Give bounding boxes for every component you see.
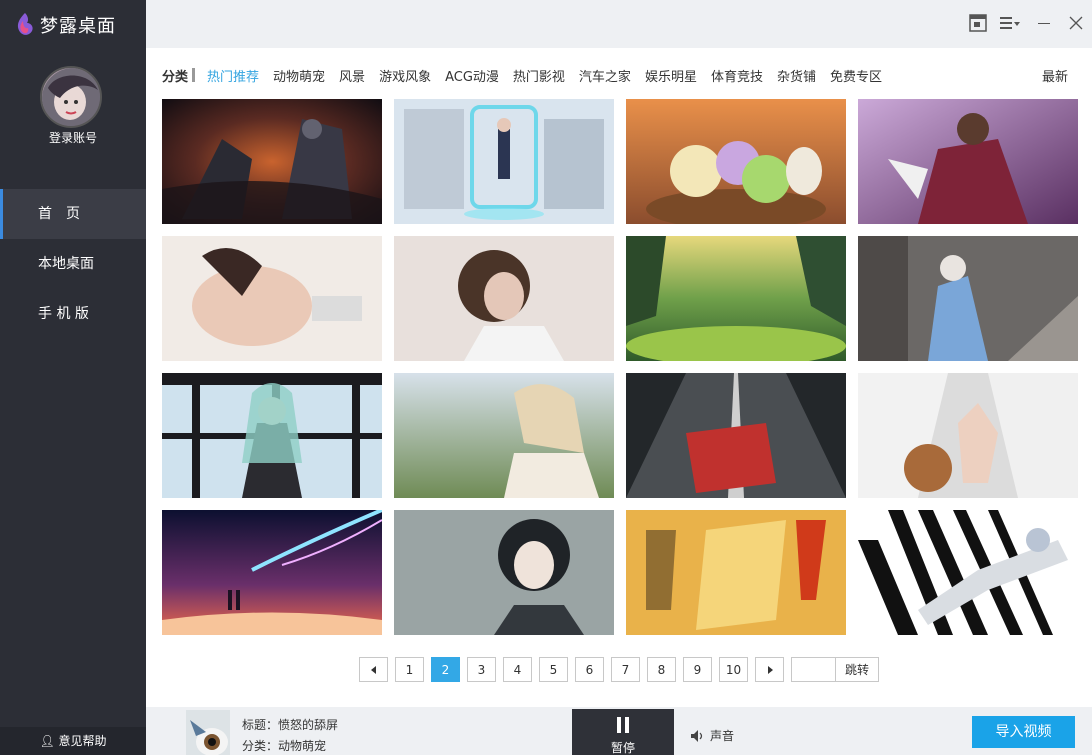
- wallpaper-thumbnail[interactable]: [626, 99, 846, 224]
- avatar-image: [42, 68, 100, 126]
- chevron-left-icon: [370, 665, 376, 674]
- next-page-button[interactable]: [755, 657, 784, 682]
- page-button[interactable]: 9: [683, 657, 712, 682]
- speaker-icon: [691, 729, 703, 742]
- category-celebrities[interactable]: 娱乐明星: [645, 66, 697, 85]
- wallpaper-thumbnail[interactable]: [858, 510, 1078, 635]
- sound-button[interactable]: 声音: [690, 727, 734, 744]
- page-button-current[interactable]: 2: [431, 657, 460, 682]
- pause-icon: [616, 717, 630, 733]
- page-number-input[interactable]: [791, 657, 836, 682]
- wallpaper-thumbnail[interactable]: [626, 236, 846, 361]
- wallpaper-thumbnail[interactable]: [162, 99, 382, 224]
- category-label: 分类: [162, 69, 189, 85]
- page-button[interactable]: 5: [539, 657, 568, 682]
- current-wallpaper-info: 标题：愤怒的舔屏 分类：动物萌宠: [242, 715, 338, 755]
- mini-mode-icon[interactable]: [968, 14, 988, 36]
- help-button[interactable]: 👤︎ 意见帮助: [0, 727, 146, 755]
- wallpaper-thumbnail[interactable]: [858, 99, 1078, 224]
- player-bar: 标题：愤怒的舔屏 分类：动物萌宠 暂停 声音 导入视频: [146, 707, 1092, 755]
- pagination: 1 2 3 4 5 6 7 8 9 10 跳转: [359, 657, 879, 682]
- category-misc[interactable]: 杂货铺: [777, 66, 816, 85]
- category-bar: 分类 热门推荐 动物萌宠 风景 游戏风象 ACG动漫 热门影视 汽车之家 娱乐明…: [162, 64, 1074, 86]
- chevron-right-icon: [767, 665, 773, 674]
- category-scenery[interactable]: 风景: [339, 66, 365, 85]
- sidebar-item-mobile[interactable]: 手 机 版: [0, 289, 146, 339]
- wallpaper-thumbnail[interactable]: [394, 510, 614, 635]
- category-sports[interactable]: 体育竞技: [711, 66, 763, 85]
- wallpaper-thumbnail[interactable]: [858, 373, 1078, 498]
- page-button[interactable]: 8: [647, 657, 676, 682]
- page-button[interactable]: 3: [467, 657, 496, 682]
- menu-icon[interactable]: [998, 14, 1024, 36]
- wallpaper-thumbnail[interactable]: [162, 373, 382, 498]
- current-title: 标题：愤怒的舔屏: [242, 718, 339, 732]
- sidebar-item-local-desktop[interactable]: 本地桌面: [0, 239, 146, 289]
- page-button[interactable]: 10: [719, 657, 748, 682]
- sidebar-nav: 首 页 本地桌面 手 机 版: [0, 189, 146, 339]
- app-title: 梦露桌面: [40, 16, 116, 37]
- pause-button[interactable]: 暂停: [572, 709, 674, 755]
- sort-latest[interactable]: 最新: [1042, 66, 1068, 85]
- category-hot[interactable]: 热门推荐: [207, 66, 259, 85]
- category-divider: [192, 68, 196, 82]
- logo-icon: [17, 13, 33, 35]
- category-game-scenes[interactable]: 游戏风象: [379, 66, 431, 85]
- wallpaper-thumbnail[interactable]: [626, 510, 846, 635]
- page-button[interactable]: 4: [503, 657, 532, 682]
- category-animals[interactable]: 动物萌宠: [273, 66, 325, 85]
- current-category: 分类：动物萌宠: [242, 739, 327, 753]
- sidebar: 梦露桌面 登录账号 首 页 本地桌面 手 机 版 👤︎ 意见帮助: [0, 0, 146, 755]
- sidebar-item-home[interactable]: 首 页: [0, 189, 146, 239]
- wallpaper-grid: [162, 99, 1078, 635]
- help-label: 意见帮助: [58, 734, 107, 748]
- wallpaper-thumbnail[interactable]: [394, 373, 614, 498]
- close-icon[interactable]: [1066, 14, 1086, 36]
- sound-label: 声音: [710, 729, 735, 743]
- category-acg[interactable]: ACG动漫: [445, 66, 499, 85]
- page-button[interactable]: 7: [611, 657, 640, 682]
- import-video-button[interactable]: 导入视频: [972, 716, 1075, 748]
- category-movies[interactable]: 热门影视: [513, 66, 565, 85]
- wallpaper-thumbnail[interactable]: [162, 236, 382, 361]
- page-button[interactable]: 1: [395, 657, 424, 682]
- wallpaper-thumbnail[interactable]: [394, 99, 614, 224]
- prev-page-button[interactable]: [359, 657, 388, 682]
- app-logo: 梦露桌面: [14, 12, 116, 38]
- login-link[interactable]: 登录账号: [0, 129, 146, 146]
- wallpaper-thumbnail[interactable]: [626, 373, 846, 498]
- jump-button[interactable]: 跳转: [835, 657, 879, 682]
- wallpaper-thumbnail[interactable]: [394, 236, 614, 361]
- category-free[interactable]: 免费专区: [830, 66, 882, 85]
- user-icon: 👤︎: [39, 734, 55, 748]
- avatar[interactable]: [40, 66, 102, 128]
- title-bar: [146, 0, 1092, 48]
- wallpaper-thumbnail[interactable]: [162, 510, 382, 635]
- pause-label: 暂停: [610, 741, 635, 755]
- page-button[interactable]: 6: [575, 657, 604, 682]
- minimize-icon[interactable]: [1034, 14, 1054, 36]
- wallpaper-thumbnail[interactable]: [858, 236, 1078, 361]
- category-cars[interactable]: 汽车之家: [579, 66, 631, 85]
- current-wallpaper-thumbnail[interactable]: [186, 710, 230, 755]
